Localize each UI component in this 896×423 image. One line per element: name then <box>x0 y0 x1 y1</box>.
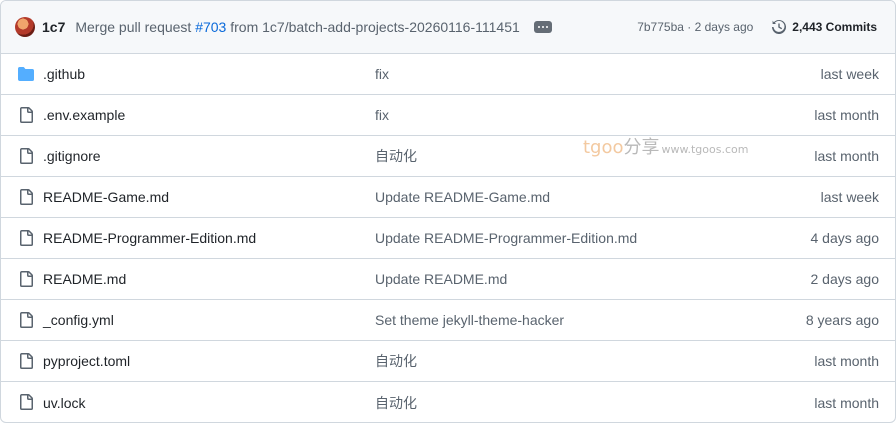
file-commit-age: last month <box>814 353 879 369</box>
file-name[interactable]: _config.yml <box>43 312 114 328</box>
file-name[interactable]: README-Programmer-Edition.md <box>43 230 256 246</box>
file-commit-message[interactable]: fix <box>375 66 389 82</box>
file-commit-message[interactable]: Set theme jekyll-theme-hacker <box>375 312 564 328</box>
file-icon <box>18 353 34 369</box>
file-name[interactable]: README.md <box>43 271 126 287</box>
commit-sha-time[interactable]: 7b775ba · 2 days ago <box>637 20 753 34</box>
file-name[interactable]: uv.lock <box>43 395 86 411</box>
file-row[interactable]: README-Programmer-Edition.md Update READM… <box>1 218 895 259</box>
file-commit-message[interactable]: Update README-Game.md <box>375 189 550 205</box>
file-icon <box>18 394 34 410</box>
file-commit-age: last week <box>820 66 879 82</box>
folder-icon <box>18 66 34 82</box>
pr-link[interactable]: #703 <box>195 19 226 35</box>
file-commit-age: last week <box>820 189 879 205</box>
history-icon <box>772 19 787 34</box>
file-commit-age: last month <box>814 394 879 411</box>
file-commit-message[interactable]: 自动化 <box>375 393 417 413</box>
commit-message-prefix: Merge pull request <box>75 19 196 35</box>
file-commit-message[interactable]: Update README.md <box>375 271 507 287</box>
file-name[interactable]: .github <box>43 66 85 82</box>
file-row[interactable]: _config.yml Set theme jekyll-theme-hacker… <box>1 300 895 341</box>
file-commit-message[interactable]: 自动化 <box>375 351 417 371</box>
latest-commit-bar: 1c7 Merge pull request #703 from 1c7/bat… <box>1 1 895 54</box>
file-row[interactable]: .env.example fix last month <box>1 95 895 136</box>
file-commit-age: 8 years ago <box>805 312 879 328</box>
commit-message-suffix: from 1c7/batch-add-projects-20260116-111… <box>226 19 520 35</box>
file-row[interactable]: .github fix last week <box>1 54 895 95</box>
file-icon <box>18 230 34 246</box>
file-name[interactable]: .gitignore <box>43 148 101 164</box>
commits-history-link[interactable]: 2,443 Commits <box>771 19 877 35</box>
expand-commit-button[interactable] <box>533 21 552 33</box>
file-row[interactable]: uv.lock 自动化 last month <box>1 382 895 422</box>
file-icon <box>18 107 34 123</box>
file-commit-message[interactable]: 自动化 <box>375 146 417 166</box>
file-commit-message[interactable]: Update README-Programmer-Edition.md <box>375 230 637 246</box>
commit-author[interactable]: 1c7 <box>42 19 65 35</box>
file-browser: 1c7 Merge pull request #703 from 1c7/bat… <box>0 0 896 423</box>
file-commit-age: 2 days ago <box>810 271 880 287</box>
file-list: .github fix last week .env.example fix last m… <box>1 54 895 422</box>
file-commit-age: 4 days ago <box>810 230 880 246</box>
file-row[interactable]: pyproject.toml 自动化 last month <box>1 341 895 382</box>
file-commit-message[interactable]: fix <box>375 107 389 123</box>
author-avatar[interactable] <box>15 17 35 37</box>
file-icon <box>18 312 34 328</box>
file-icon <box>18 148 34 164</box>
file-icon <box>18 189 34 205</box>
file-icon <box>18 271 34 287</box>
file-name[interactable]: pyproject.toml <box>43 353 130 369</box>
file-row[interactable]: .gitignore 自动化 last month <box>1 136 895 177</box>
file-commit-age: last month <box>814 107 879 123</box>
file-commit-age: last month <box>814 148 879 164</box>
file-row[interactable]: README.md Update README.md 2 days ago <box>1 259 895 300</box>
commits-count: 2,443 Commits <box>792 20 877 34</box>
file-name[interactable]: .env.example <box>43 107 125 123</box>
commit-message[interactable]: Merge pull request #703 from 1c7/batch-a… <box>75 19 519 35</box>
file-name[interactable]: README-Game.md <box>43 189 169 205</box>
file-row[interactable]: README-Game.md Update README-Game.md last … <box>1 177 895 218</box>
